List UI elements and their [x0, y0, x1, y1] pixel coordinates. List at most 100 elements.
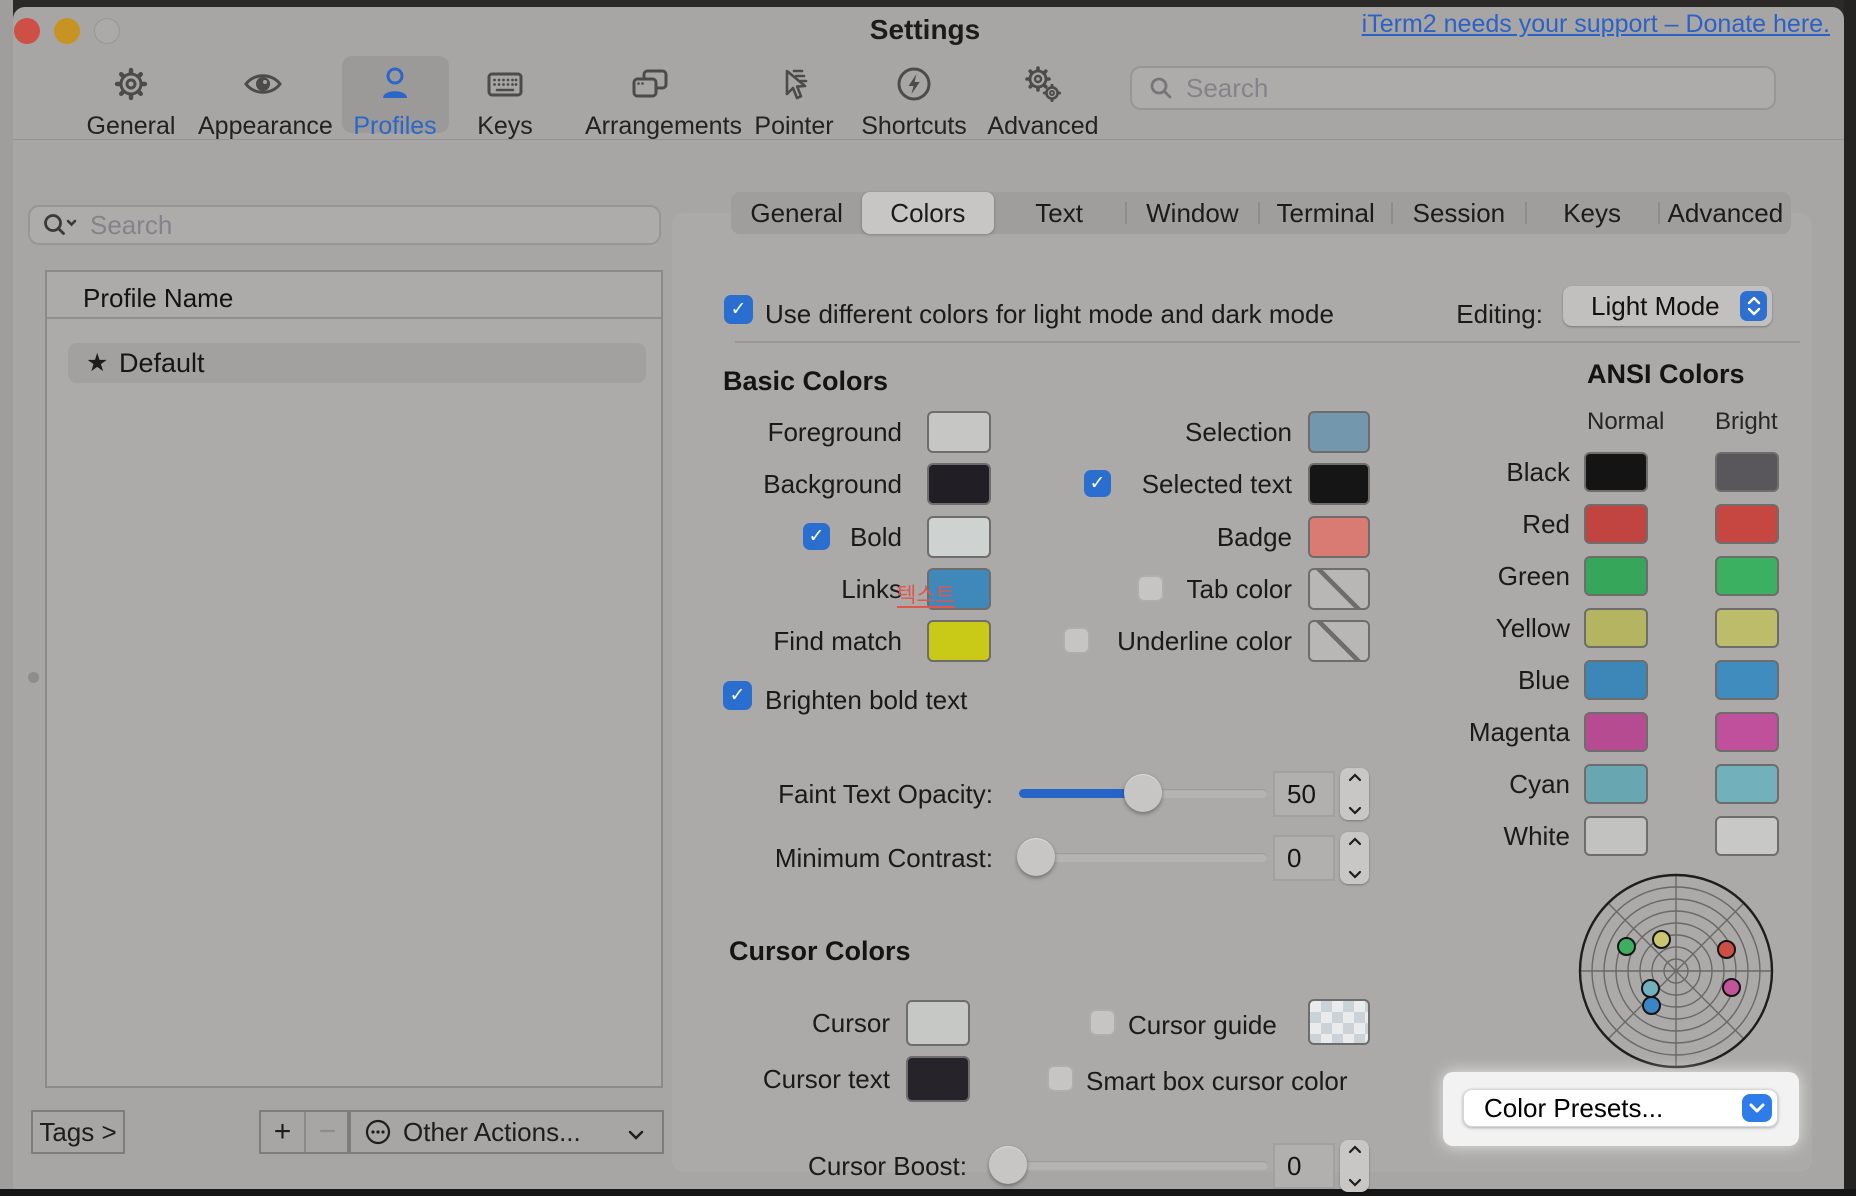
- selected-text-swatch[interactable]: [1308, 463, 1370, 505]
- minimum-contrast-slider[interactable]: [1019, 853, 1267, 862]
- wheel-dot-yellow[interactable]: [1652, 930, 1671, 949]
- brighten-bold-checkbox[interactable]: [723, 681, 752, 710]
- ansi-red-bright-swatch[interactable]: [1715, 504, 1779, 544]
- bold-label: Bold: [660, 516, 902, 558]
- toolbar-item-shortcuts[interactable]: Shortcuts: [849, 62, 979, 141]
- toolbar-item-pointer[interactable]: Pointer: [729, 62, 859, 141]
- toolbar-item-general[interactable]: General: [66, 62, 196, 141]
- wheel-dot-cyan[interactable]: [1641, 979, 1660, 998]
- toolbar-item-keys[interactable]: Keys: [440, 62, 570, 141]
- cursor-boost-stepper[interactable]: [1340, 1140, 1369, 1192]
- smart-box-cursor-checkbox[interactable]: [1047, 1065, 1074, 1092]
- editing-mode-value: Light Mode: [1591, 291, 1740, 322]
- ansi-black-normal-swatch[interactable]: [1584, 452, 1648, 492]
- profile-row-default[interactable]: ★ Default: [68, 343, 646, 383]
- chevron-down-button[interactable]: [1742, 1094, 1772, 1122]
- underline-color-swatch[interactable]: [1308, 620, 1370, 662]
- ansi-white-normal-swatch[interactable]: [1584, 816, 1648, 856]
- ansi-green-normal-swatch[interactable]: [1584, 556, 1648, 596]
- minimum-contrast-value[interactable]: 0: [1273, 835, 1335, 881]
- ansi-blue-bright-swatch[interactable]: [1715, 660, 1779, 700]
- donate-link[interactable]: iTerm2 needs your support – Donate here.: [1362, 10, 1830, 39]
- tab-color-checkbox[interactable]: [1137, 575, 1164, 602]
- ansi-white-bright-swatch[interactable]: [1715, 816, 1779, 856]
- slider-thumb[interactable]: [1017, 838, 1055, 876]
- badge-label: Badge: [1050, 516, 1292, 558]
- profile-table-header[interactable]: Profile Name: [47, 272, 661, 319]
- bold-swatch[interactable]: [927, 516, 991, 558]
- add-remove-group: + −: [259, 1110, 351, 1154]
- wheel-dot-blue[interactable]: [1642, 996, 1661, 1015]
- ellipsis-circle-icon: [365, 1119, 391, 1145]
- chevron-down-icon: [1747, 1100, 1767, 1116]
- desktop-edge: [0, 0, 13, 1189]
- editing-mode-select[interactable]: Light Mode: [1563, 286, 1772, 326]
- ansi-red-normal-swatch[interactable]: [1584, 504, 1648, 544]
- ansi-blue-normal-swatch[interactable]: [1584, 660, 1648, 700]
- select-stepper-icon: [1740, 291, 1767, 321]
- wheel-dot-magenta[interactable]: [1722, 978, 1741, 997]
- underline-color-checkbox[interactable]: [1063, 627, 1090, 654]
- cursor-swatch[interactable]: [906, 1000, 970, 1046]
- toolbar-item-arrangements[interactable]: Arrangements: [585, 62, 715, 141]
- tab-general[interactable]: General: [731, 192, 862, 234]
- section-divider: [735, 341, 1800, 343]
- windows-icon: [628, 62, 672, 106]
- basic-colors-header: Basic Colors: [723, 366, 888, 397]
- color-wheel[interactable]: [1578, 873, 1774, 1069]
- ansi-green-bright-swatch[interactable]: [1715, 556, 1779, 596]
- person-icon: [373, 62, 417, 106]
- cursor-text-swatch[interactable]: [906, 1056, 970, 1102]
- ansi-black-bright-swatch[interactable]: [1715, 452, 1779, 492]
- toolbar-item-advanced[interactable]: Advanced: [978, 62, 1108, 141]
- tab-keys[interactable]: Keys: [1527, 192, 1658, 234]
- color-presets-dropdown[interactable]: Color Presets...: [1463, 1089, 1778, 1127]
- find-match-swatch[interactable]: [927, 620, 991, 662]
- selection-label: Selection: [1050, 411, 1292, 453]
- foreground-swatch[interactable]: [927, 411, 991, 453]
- cursor-icon: [772, 62, 816, 106]
- selected-text-checkbox[interactable]: [1084, 470, 1111, 497]
- ansi-magenta-bright-swatch[interactable]: [1715, 712, 1779, 752]
- toolbar-item-appearance[interactable]: Appearance: [198, 62, 328, 141]
- tab-window[interactable]: Window: [1127, 192, 1258, 234]
- tab-advanced[interactable]: Advanced: [1660, 192, 1791, 234]
- badge-swatch[interactable]: [1308, 516, 1370, 558]
- ansi-magenta-normal-swatch[interactable]: [1584, 712, 1648, 752]
- add-profile-button[interactable]: +: [261, 1112, 306, 1152]
- tab-terminal[interactable]: Terminal: [1260, 192, 1391, 234]
- desktop-dot: [28, 672, 39, 683]
- use-different-colors-checkbox[interactable]: [724, 295, 753, 324]
- background-swatch[interactable]: [927, 463, 991, 505]
- cursor-guide-checkbox[interactable]: [1089, 1009, 1116, 1036]
- faint-text-opacity-value[interactable]: 50: [1273, 771, 1335, 817]
- wheel-dot-green[interactable]: [1617, 937, 1636, 956]
- remove-profile-button[interactable]: −: [306, 1112, 349, 1152]
- ansi-cyan-normal-swatch[interactable]: [1584, 764, 1648, 804]
- cursor-boost-slider[interactable]: [991, 1161, 1268, 1170]
- tab-color-swatch[interactable]: [1308, 568, 1370, 610]
- minimize-button[interactable]: [54, 18, 80, 44]
- minimum-contrast-stepper[interactable]: [1340, 832, 1369, 884]
- close-button[interactable]: [14, 18, 40, 44]
- links-annotation: 텍스트: [897, 585, 955, 608]
- tab-session[interactable]: Session: [1393, 192, 1524, 234]
- slider-thumb[interactable]: [989, 1146, 1027, 1184]
- ansi-yellow-normal-swatch[interactable]: [1584, 608, 1648, 648]
- profile-search-input[interactable]: Search: [28, 205, 661, 245]
- keyboard-icon: [483, 62, 527, 106]
- ansi-yellow-bright-swatch[interactable]: [1715, 608, 1779, 648]
- tab-colors[interactable]: Colors: [862, 192, 993, 234]
- ansi-cyan-bright-swatch[interactable]: [1715, 764, 1779, 804]
- wheel-dot-red[interactable]: [1717, 940, 1736, 959]
- toolbar-search-input[interactable]: Search: [1130, 66, 1776, 110]
- tags-button[interactable]: Tags >: [31, 1110, 125, 1154]
- cursor-guide-swatch[interactable]: [1308, 999, 1370, 1045]
- tab-text[interactable]: Text: [994, 192, 1125, 234]
- selection-swatch[interactable]: [1308, 411, 1370, 453]
- faint-text-opacity-slider[interactable]: [1019, 789, 1267, 798]
- slider-thumb[interactable]: [1124, 774, 1162, 812]
- cursor-boost-value[interactable]: 0: [1273, 1143, 1335, 1189]
- other-actions-dropdown[interactable]: Other Actions...: [347, 1110, 664, 1154]
- faint-text-opacity-stepper[interactable]: [1340, 768, 1369, 820]
